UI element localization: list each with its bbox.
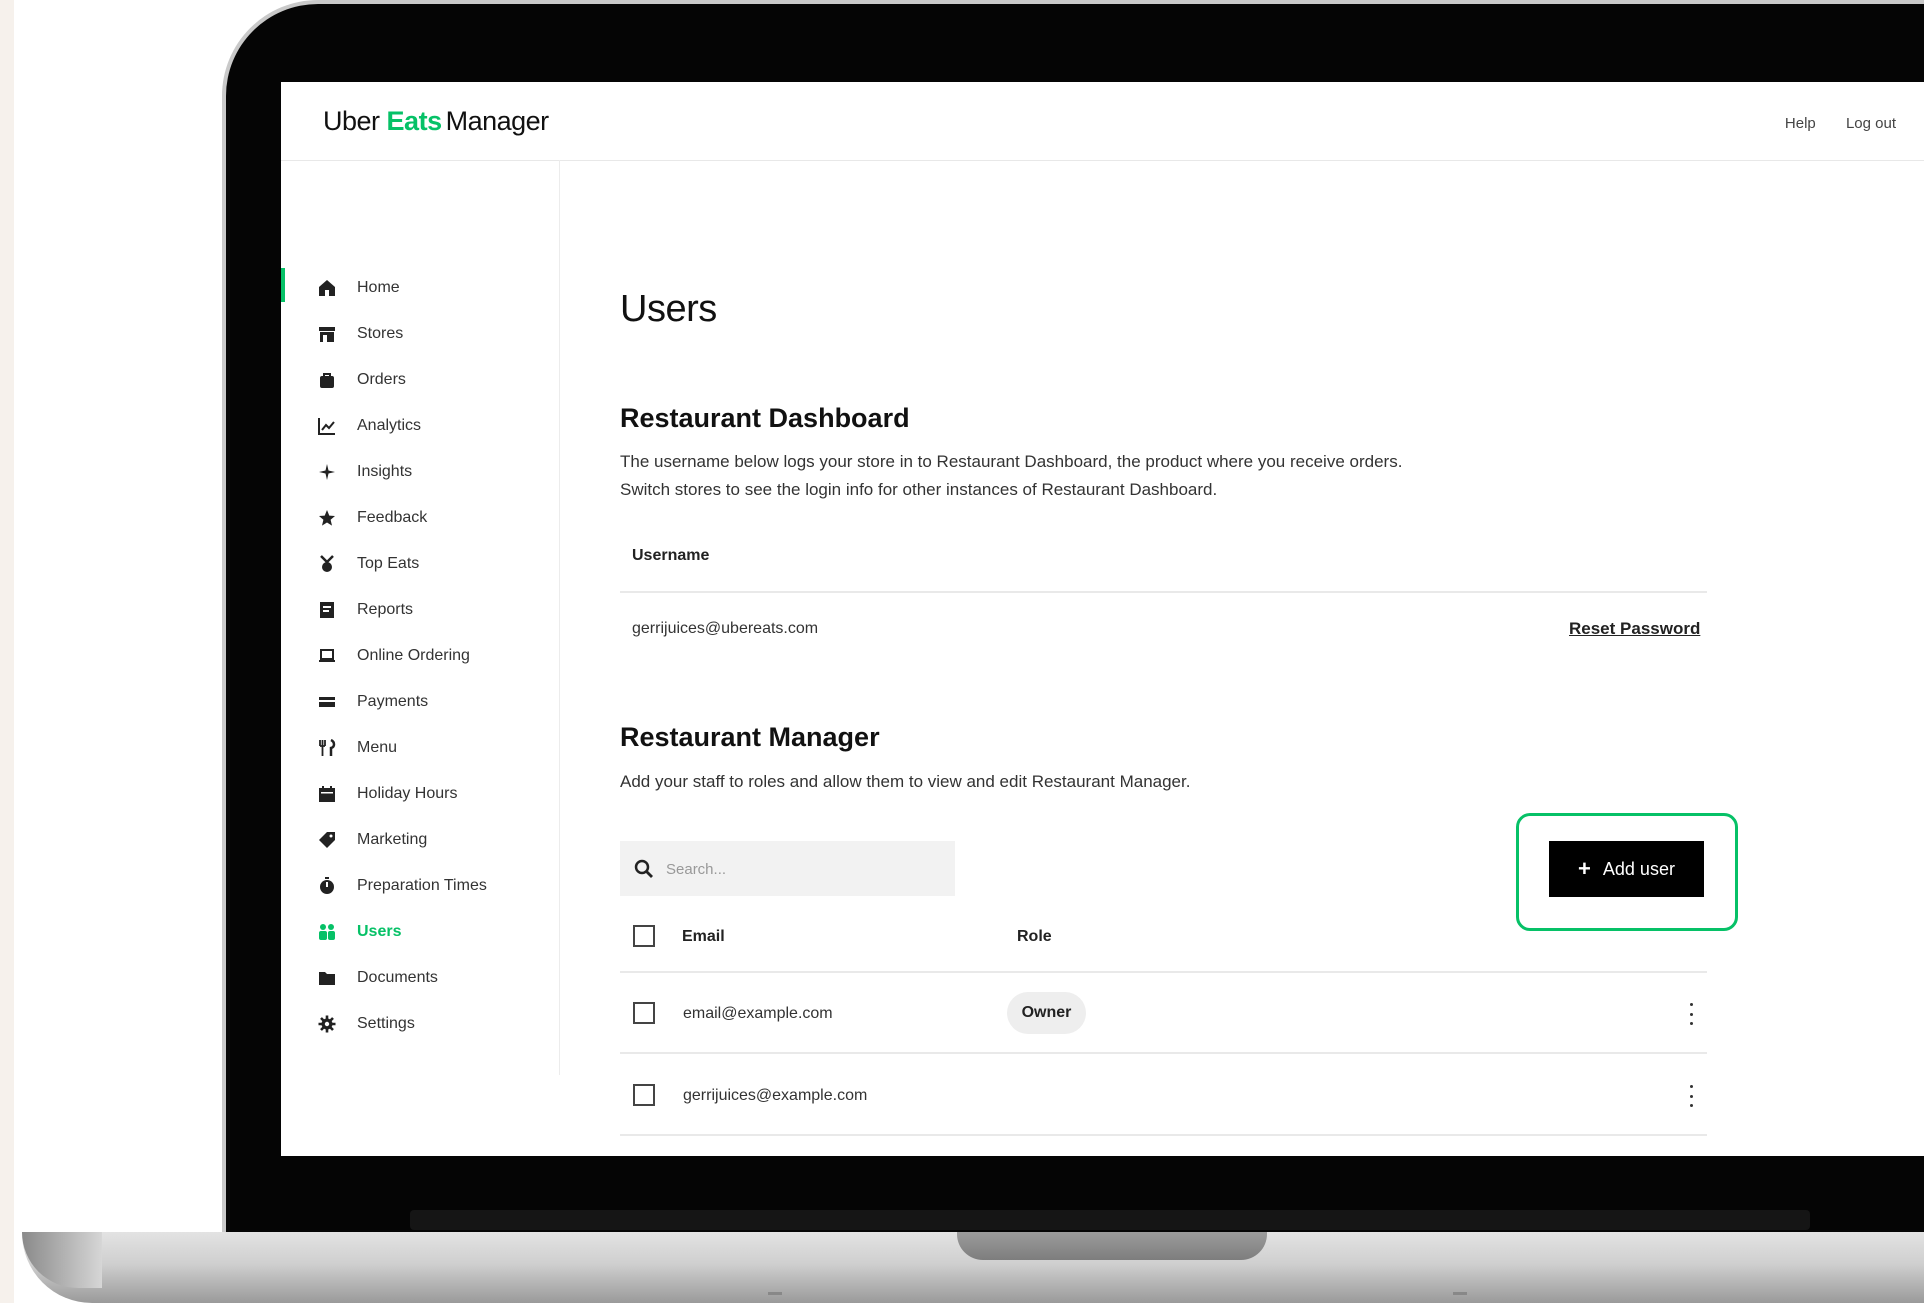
dashboard-section-title: Restaurant Dashboard — [620, 403, 910, 433]
help-link[interactable]: Help — [1785, 115, 1816, 132]
top-links: Help Log out — [1759, 115, 1896, 132]
sidebar-item-label: Marketing — [357, 831, 428, 848]
divider — [620, 1052, 1707, 1054]
sidebar-item-label: Payments — [357, 693, 429, 710]
logo-uber: Uber — [323, 106, 380, 136]
more-options-icon[interactable] — [1685, 1003, 1697, 1025]
sidebar-item-label: Reports — [357, 601, 414, 618]
app-screen: Uber Eats Manager Help Log out Home Store… — [281, 82, 1924, 1156]
sidebar-item-label: Orders — [357, 371, 406, 388]
row-email: email@example.com — [683, 1005, 833, 1022]
sidebar-item-preparation-times[interactable]: Preparation Times — [281, 866, 559, 906]
select-all-checkbox[interactable] — [633, 925, 655, 947]
users-icon — [317, 922, 337, 942]
card-icon — [317, 692, 337, 712]
timer-icon — [317, 876, 337, 896]
role-badge: Owner — [1007, 992, 1086, 1034]
row-checkbox[interactable] — [633, 1002, 655, 1024]
row-checkbox[interactable] — [633, 1084, 655, 1106]
page-title: Users — [620, 288, 717, 330]
laptop-icon — [317, 646, 337, 666]
add-user-label: Add user — [1602, 858, 1675, 879]
email-column-header: Email — [682, 928, 725, 945]
main-content: Users Restaurant Dashboard The username … — [620, 160, 1924, 1156]
sidebar-item-online-ordering[interactable]: Online Ordering — [281, 636, 559, 676]
sidebar-item-stores[interactable]: Stores — [281, 314, 559, 354]
sidebar-item-settings[interactable]: Settings — [281, 1004, 559, 1044]
sidebar-item-label: Preparation Times — [357, 877, 487, 894]
logo-eats: Eats — [386, 106, 443, 136]
laptop-hinge — [410, 1210, 1810, 1230]
sidebar-item-home[interactable]: Home — [281, 268, 559, 308]
sparkle-icon — [317, 462, 337, 482]
sidebar-item-label: Home — [357, 279, 400, 296]
sidebar-item-analytics[interactable]: Analytics — [281, 406, 559, 446]
sidebar-item-orders[interactable]: Orders — [281, 360, 559, 400]
sidebar-nav: Home Stores Orders Analytics Insights Fe… — [281, 160, 560, 1075]
sidebar-item-label: Settings — [357, 1015, 415, 1032]
row-email: gerrijuices@example.com — [683, 1087, 868, 1104]
divider — [620, 1134, 1707, 1136]
divider — [620, 971, 1707, 973]
store-icon — [317, 324, 337, 344]
sidebar-item-label: Stores — [357, 325, 404, 342]
sidebar-item-label: Top Eats — [357, 555, 420, 572]
reset-password-link[interactable]: Reset Password — [1569, 619, 1924, 639]
sidebar-item-menu[interactable]: Menu — [281, 728, 559, 768]
tag-icon — [317, 830, 337, 850]
username-value: gerrijuices@ubereats.com — [632, 620, 819, 637]
medal-icon — [317, 554, 337, 574]
sidebar-item-label: Feedback — [357, 509, 428, 526]
utensils-icon — [317, 738, 337, 758]
sidebar-item-label: Documents — [357, 969, 438, 986]
sidebar-item-feedback[interactable]: Feedback — [281, 498, 559, 538]
laptop-foot — [768, 1292, 782, 1295]
report-icon — [317, 600, 337, 620]
sidebar-item-label: Analytics — [357, 417, 422, 434]
logo-manager: Manager — [445, 106, 550, 136]
calendar-icon — [317, 784, 337, 804]
sidebar-item-top-eats[interactable]: Top Eats — [281, 544, 559, 584]
more-options-icon[interactable] — [1685, 1085, 1697, 1107]
logout-link[interactable]: Log out — [1846, 115, 1896, 132]
divider — [620, 591, 1707, 593]
search-icon — [634, 859, 654, 879]
add-user-button[interactable]: + Add user — [1549, 841, 1704, 897]
role-column-header: Role — [1017, 928, 1052, 945]
sidebar-item-users[interactable]: Users — [281, 912, 559, 952]
sidebar-item-documents[interactable]: Documents — [281, 958, 559, 998]
search-input[interactable] — [664, 841, 948, 898]
star-icon — [317, 508, 337, 528]
chart-icon — [317, 416, 337, 436]
manager-section-title: Restaurant Manager — [620, 722, 880, 752]
laptop-foot — [1453, 1292, 1467, 1295]
dashboard-description: The username below logs your store in to… — [620, 452, 1403, 499]
plus-icon: + — [1578, 856, 1591, 881]
laptop-notch — [957, 1232, 1267, 1260]
username-column-header: Username — [632, 547, 710, 564]
manager-description: Add your staff to roles and allow them t… — [620, 772, 1191, 791]
app-logo[interactable]: Uber Eats Manager — [323, 106, 549, 137]
sidebar-item-insights[interactable]: Insights — [281, 452, 559, 492]
sidebar-item-marketing[interactable]: Marketing — [281, 820, 559, 860]
search-box — [620, 841, 955, 898]
sidebar-item-label: Online Ordering — [357, 647, 470, 664]
sidebar-item-label: Insights — [357, 463, 413, 480]
sidebar-item-holiday-hours[interactable]: Holiday Hours — [281, 774, 559, 814]
sidebar-item-payments[interactable]: Payments — [281, 682, 559, 722]
bag-icon — [317, 370, 337, 390]
sidebar-item-label: Menu — [357, 739, 398, 756]
sidebar-item-label: Holiday Hours — [357, 785, 458, 802]
top-bar: Uber Eats Manager Help Log out — [281, 82, 1924, 161]
sidebar-item-label: Users — [357, 923, 402, 940]
home-icon — [317, 278, 337, 298]
gear-icon — [317, 1014, 337, 1034]
folder-icon — [317, 968, 337, 988]
sidebar-item-reports[interactable]: Reports — [281, 590, 559, 630]
